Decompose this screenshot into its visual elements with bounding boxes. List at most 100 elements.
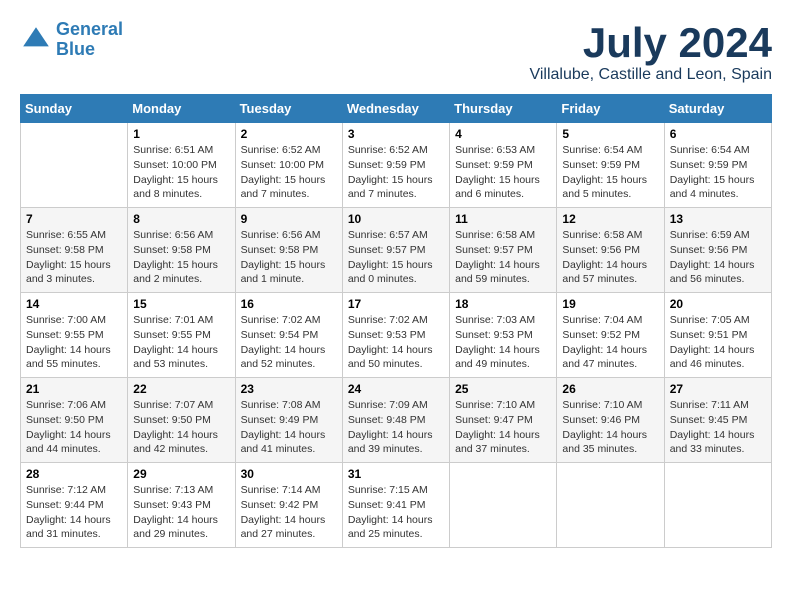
table-row	[557, 463, 664, 548]
day-info: Sunrise: 7:15 AMSunset: 9:41 PMDaylight:…	[348, 483, 444, 542]
day-info: Sunrise: 6:54 AMSunset: 9:59 PMDaylight:…	[562, 143, 658, 202]
day-number: 29	[133, 467, 229, 481]
table-row: 16Sunrise: 7:02 AMSunset: 9:54 PMDayligh…	[235, 293, 342, 378]
day-number: 18	[455, 297, 551, 311]
calendar-table: Sunday Monday Tuesday Wednesday Thursday…	[20, 94, 772, 548]
day-info: Sunrise: 6:54 AMSunset: 9:59 PMDaylight:…	[670, 143, 766, 202]
col-tuesday: Tuesday	[235, 95, 342, 123]
table-row: 13Sunrise: 6:59 AMSunset: 9:56 PMDayligh…	[664, 208, 771, 293]
day-info: Sunrise: 7:04 AMSunset: 9:52 PMDaylight:…	[562, 313, 658, 372]
table-row: 21Sunrise: 7:06 AMSunset: 9:50 PMDayligh…	[21, 378, 128, 463]
day-info: Sunrise: 6:59 AMSunset: 9:56 PMDaylight:…	[670, 228, 766, 287]
day-info: Sunrise: 7:10 AMSunset: 9:47 PMDaylight:…	[455, 398, 551, 457]
table-row: 25 Sunrise: 7:10 AMSunset: 9:47 PMDayligh…	[450, 378, 557, 463]
day-info: Sunrise: 7:10 AMSunset: 9:46 PMDaylight:…	[562, 398, 658, 457]
day-number: 31	[348, 467, 444, 481]
day-number: 11	[455, 212, 551, 226]
table-row: 3Sunrise: 6:52 AMSunset: 9:59 PMDaylight…	[342, 123, 449, 208]
logo: General Blue	[20, 20, 123, 60]
table-row: 4 Sunrise: 6:53 AMSunset: 9:59 PMDaylight…	[450, 123, 557, 208]
day-number: 5	[562, 127, 658, 141]
day-number: 15	[133, 297, 229, 311]
table-row: 2Sunrise: 6:52 AMSunset: 10:00 PMDayligh…	[235, 123, 342, 208]
day-number: 26	[562, 382, 658, 396]
day-info: Sunrise: 7:11 AMSunset: 9:45 PMDaylight:…	[670, 398, 766, 457]
day-number: 25	[455, 382, 551, 396]
table-row: 22Sunrise: 7:07 AMSunset: 9:50 PMDayligh…	[128, 378, 235, 463]
day-number: 23	[241, 382, 337, 396]
day-number: 22	[133, 382, 229, 396]
table-row	[664, 463, 771, 548]
day-number: 8	[133, 212, 229, 226]
day-number: 12	[562, 212, 658, 226]
day-number: 14	[26, 297, 122, 311]
day-info: Sunrise: 6:51 AMSunset: 10:00 PMDaylight…	[133, 143, 229, 202]
table-row	[21, 123, 128, 208]
table-row: 23 Sunrise: 7:08 AMSunset: 9:49 PMDayligh…	[235, 378, 342, 463]
table-row: 17Sunrise: 7:02 AMSunset: 9:53 PMDayligh…	[342, 293, 449, 378]
day-number: 21	[26, 382, 122, 396]
day-info: Sunrise: 6:56 AMSunset: 9:58 PMDaylight:…	[133, 228, 229, 287]
day-number: 6	[670, 127, 766, 141]
table-row: 18 Sunrise: 7:03 AMSunset: 9:53 PMDayligh…	[450, 293, 557, 378]
col-friday: Friday	[557, 95, 664, 123]
day-number: 19	[562, 297, 658, 311]
day-number: 30	[241, 467, 337, 481]
day-info: Sunrise: 6:52 AMSunset: 9:59 PMDaylight:…	[348, 143, 444, 202]
day-number: 9	[241, 212, 337, 226]
day-number: 4	[455, 127, 551, 141]
day-info: Sunrise: 7:13 AMSunset: 9:43 PMDaylight:…	[133, 483, 229, 542]
day-number: 10	[348, 212, 444, 226]
day-info: Sunrise: 7:14 AMSunset: 9:42 PMDaylight:…	[241, 483, 337, 542]
location-title: Villalube, Castille and Leon, Spain	[529, 66, 772, 84]
day-info: Sunrise: 7:03 AMSunset: 9:53 PMDaylight:…	[455, 313, 551, 372]
table-row: 5 Sunrise: 6:54 AMSunset: 9:59 PMDaylight…	[557, 123, 664, 208]
table-row: 8 Sunrise: 6:56 AMSunset: 9:58 PMDaylight…	[128, 208, 235, 293]
logo-icon	[20, 24, 52, 56]
table-row: 15 Sunrise: 7:01 AMSunset: 9:55 PMDayligh…	[128, 293, 235, 378]
table-row: 1Sunrise: 6:51 AMSunset: 10:00 PMDayligh…	[128, 123, 235, 208]
day-info: Sunrise: 6:52 AMSunset: 10:00 PMDaylight…	[241, 143, 337, 202]
col-saturday: Saturday	[664, 95, 771, 123]
table-row: 19 Sunrise: 7:04 AMSunset: 9:52 PMDayligh…	[557, 293, 664, 378]
page-header: General Blue July 2024 Villalube, Castil…	[20, 20, 772, 84]
day-info: Sunrise: 7:02 AMSunset: 9:53 PMDaylight:…	[348, 313, 444, 372]
day-info: Sunrise: 6:53 AMSunset: 9:59 PMDaylight:…	[455, 143, 551, 202]
col-thursday: Thursday	[450, 95, 557, 123]
day-info: Sunrise: 6:57 AMSunset: 9:57 PMDaylight:…	[348, 228, 444, 287]
month-title: July 2024	[529, 20, 772, 66]
title-block: July 2024 Villalube, Castille and Leon, …	[529, 20, 772, 84]
day-number: 27	[670, 382, 766, 396]
day-info: Sunrise: 6:58 AMSunset: 9:57 PMDaylight:…	[455, 228, 551, 287]
col-sunday: Sunday	[21, 95, 128, 123]
day-number: 28	[26, 467, 122, 481]
table-row: 11 Sunrise: 6:58 AMSunset: 9:57 PMDayligh…	[450, 208, 557, 293]
day-info: Sunrise: 7:05 AMSunset: 9:51 PMDaylight:…	[670, 313, 766, 372]
table-row: 9 Sunrise: 6:56 AMSunset: 9:58 PMDaylight…	[235, 208, 342, 293]
table-row: 6 Sunrise: 6:54 AMSunset: 9:59 PMDaylight…	[664, 123, 771, 208]
table-row	[450, 463, 557, 548]
table-row: 24Sunrise: 7:09 AMSunset: 9:48 PMDayligh…	[342, 378, 449, 463]
day-info: Sunrise: 6:58 AMSunset: 9:56 PMDaylight:…	[562, 228, 658, 287]
table-row: 30 Sunrise: 7:14 AMSunset: 9:42 PMDayligh…	[235, 463, 342, 548]
day-number: 7	[26, 212, 122, 226]
day-info: Sunrise: 7:08 AMSunset: 9:49 PMDaylight:…	[241, 398, 337, 457]
table-row: 26 Sunrise: 7:10 AMSunset: 9:46 PMDayligh…	[557, 378, 664, 463]
day-info: Sunrise: 7:12 AMSunset: 9:44 PMDaylight:…	[26, 483, 122, 542]
day-info: Sunrise: 6:56 AMSunset: 9:58 PMDaylight:…	[241, 228, 337, 287]
table-row: 14 Sunrise: 7:00 AMSunset: 9:55 PMDayligh…	[21, 293, 128, 378]
day-number: 24	[348, 382, 444, 396]
calendar-week-row: 1Sunrise: 6:51 AMSunset: 10:00 PMDayligh…	[21, 123, 772, 208]
logo-line2: Blue	[56, 39, 95, 59]
table-row: 28 Sunrise: 7:12 AMSunset: 9:44 PMDayligh…	[21, 463, 128, 548]
col-wednesday: Wednesday	[342, 95, 449, 123]
day-info: Sunrise: 7:00 AMSunset: 9:55 PMDaylight:…	[26, 313, 122, 372]
calendar-week-row: 28 Sunrise: 7:12 AMSunset: 9:44 PMDayligh…	[21, 463, 772, 548]
day-info: Sunrise: 7:02 AMSunset: 9:54 PMDaylight:…	[241, 313, 337, 372]
calendar-week-row: 7Sunrise: 6:55 AMSunset: 9:58 PMDaylight…	[21, 208, 772, 293]
table-row: 20Sunrise: 7:05 AMSunset: 9:51 PMDayligh…	[664, 293, 771, 378]
day-info: Sunrise: 7:01 AMSunset: 9:55 PMDaylight:…	[133, 313, 229, 372]
logo-line1: General	[56, 19, 123, 39]
table-row: 29 Sunrise: 7:13 AMSunset: 9:43 PMDayligh…	[128, 463, 235, 548]
table-row: 27 Sunrise: 7:11 AMSunset: 9:45 PMDayligh…	[664, 378, 771, 463]
